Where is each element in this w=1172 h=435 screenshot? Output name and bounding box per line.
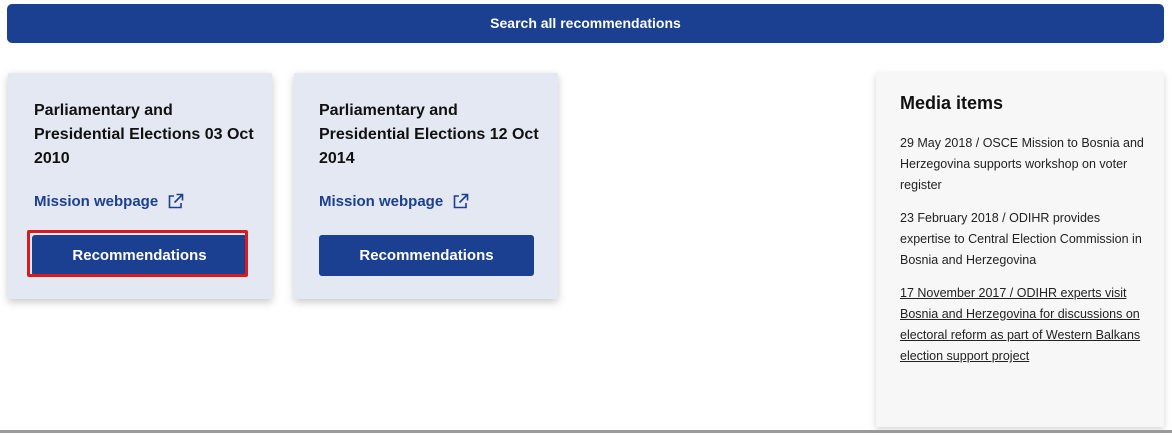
recommendations-button-2010[interactable]: Recommendations [32, 235, 247, 276]
card-title: Parliamentary and Presidential Elections… [319, 102, 539, 167]
mission-webpage-label: Mission webpage [34, 193, 159, 210]
media-item: 29 May 2018 / OSCE Mission to Bosnia and… [900, 136, 1144, 192]
mission-webpage-label: Mission webpage [319, 193, 444, 210]
external-link-icon [453, 193, 469, 209]
media-items-title: Media items [900, 93, 1004, 113]
search-all-recommendations-button[interactable]: Search all recommendations [7, 4, 1164, 43]
election-card-2014: Parliamentary and Presidential Elections… [294, 73, 558, 299]
election-card-2010: Parliamentary and Presidential Elections… [8, 73, 272, 299]
mission-webpage-link[interactable]: Mission webpage [34, 193, 184, 210]
card-title: Parliamentary and Presidential Elections… [34, 102, 254, 167]
bottom-divider [0, 430, 1172, 433]
mission-webpage-link[interactable]: Mission webpage [319, 193, 469, 210]
external-link-icon [168, 193, 184, 209]
recommendations-button-2014[interactable]: Recommendations [319, 235, 534, 276]
media-items-panel: Media items 29 May 2018 / OSCE Mission t… [876, 73, 1164, 427]
media-item-link[interactable]: 17 November 2017 / ODIHR experts visit B… [900, 283, 1144, 367]
media-item: 23 February 2018 / ODIHR provides expert… [900, 211, 1142, 267]
